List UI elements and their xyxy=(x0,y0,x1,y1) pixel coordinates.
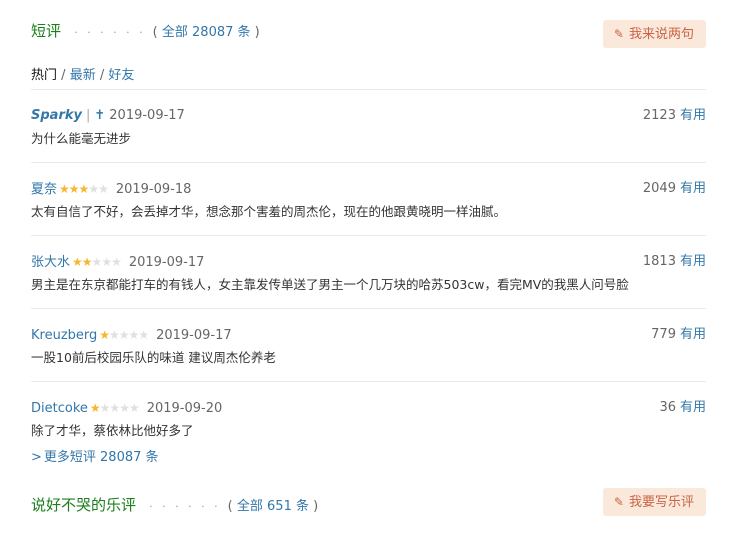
tab-separator: / xyxy=(99,68,105,83)
star-filled-icon: ★ xyxy=(99,328,110,342)
title-dots: · · · · · · xyxy=(149,500,221,513)
comment-item: Kreuzberg ★★★★★ 2019-09-17 779 有用 一股10前后校园乐… xyxy=(31,309,706,382)
comment-date: 2019-09-17 xyxy=(156,328,232,343)
star-empty-icon: ★ xyxy=(128,328,140,342)
cross-badge-icon: ✝ xyxy=(94,108,106,123)
useful-button[interactable]: 有用 xyxy=(680,400,706,415)
comment-meta: 张大水 ★★★★★ 2019-09-17 xyxy=(31,253,204,272)
paren-close: ) xyxy=(254,25,260,40)
comment-date: 2019-09-20 xyxy=(146,401,223,416)
tab-hot[interactable]: 热门 xyxy=(31,68,57,83)
music-reviews-total-label: 全部 651 条 xyxy=(236,499,309,514)
star-filled-icon: ★ xyxy=(81,255,93,269)
comment-text: 男主是在东京都能打车的有钱人，女主靠发传单送了男主一个几万块的哈苏503cw，看… xyxy=(31,277,629,292)
comment-votes: 2123 有用 xyxy=(643,107,706,125)
comment-user-link[interactable]: Kreuzberg xyxy=(31,328,97,343)
short-reviews-total-label: 全部 28087 条 xyxy=(161,25,251,40)
paren-open: ( xyxy=(152,25,158,40)
useful-button[interactable]: 有用 xyxy=(680,254,706,269)
star-empty-icon: ★ xyxy=(101,255,112,269)
comment-item: Dietcoke ★★★★★ 2019-09-20 36 有用 除了才华，蔡依林比他好… xyxy=(31,382,706,454)
comment-votes: 36 有用 xyxy=(659,399,706,417)
star-empty-icon: ★ xyxy=(119,401,130,415)
paren-open: ( xyxy=(227,499,233,514)
vote-count: 36 xyxy=(659,400,676,415)
comment-meta: 夏奈 ★★★★★ 2019-09-18 xyxy=(31,180,191,199)
comment-text: 一股10前后校园乐队的味道 建议周杰伦养老 xyxy=(31,350,276,365)
comment-votes: 779 有用 xyxy=(651,326,706,344)
star-filled-icon: ★ xyxy=(78,182,90,196)
short-reviews-title: 短评 xyxy=(31,22,62,40)
comment-item: 张大水 ★★★★★ 2019-09-17 1813 有用 男主是在东京都能打车的有钱人… xyxy=(31,236,706,309)
star-empty-icon: ★ xyxy=(109,401,120,415)
comment-user-link[interactable]: Dietcoke xyxy=(31,401,88,416)
star-filled-icon: ★ xyxy=(89,401,101,415)
pencil-icon: ✎ xyxy=(613,495,624,509)
write-short-review-button[interactable]: ✎ 我来说两句 xyxy=(602,20,706,48)
useful-button[interactable]: 有用 xyxy=(680,327,706,342)
paren-close: ) xyxy=(313,499,319,514)
tab-separator: / xyxy=(61,68,66,83)
vote-count: 1813 xyxy=(642,254,676,269)
comment-meta: Sparky | ✝ 2019-09-17 xyxy=(31,107,185,125)
vote-count: 2049 xyxy=(642,181,676,196)
rating-stars: ★★★★★ xyxy=(59,182,109,196)
comment-date: 2019-09-17 xyxy=(109,108,185,123)
tab-latest[interactable]: 最新 xyxy=(70,68,96,83)
rating-stars: ★★★★★ xyxy=(72,255,122,269)
star-empty-icon: ★ xyxy=(88,182,99,196)
tab-friends[interactable]: 好友 xyxy=(108,68,134,83)
write-music-review-label: 我要写乐评 xyxy=(628,495,694,510)
pencil-icon: ✎ xyxy=(613,27,624,41)
star-empty-icon: ★ xyxy=(128,401,140,415)
comment-date: 2019-09-17 xyxy=(128,255,205,270)
rating-stars: ★★★★★ xyxy=(89,401,140,415)
vote-count: 779 xyxy=(651,327,676,342)
music-reviews-title: 说好不哭的乐评 xyxy=(31,496,137,514)
comment-date: 2019-09-18 xyxy=(115,182,192,197)
music-reviews-header: 说好不哭的乐评 · · · · · · ( 全部 651 条 ) ✎ 我要写乐评 xyxy=(31,488,706,524)
sort-tabs: 热门 / 最新 / 好友 xyxy=(31,64,706,86)
meta-separator: | xyxy=(85,108,91,123)
comment-text: 除了才华，蔡依林比他好多了 xyxy=(31,423,194,438)
star-empty-icon: ★ xyxy=(109,328,120,342)
useful-button[interactable]: 有用 xyxy=(680,181,706,196)
rating-stars: ★★★★★ xyxy=(99,328,149,342)
short-reviews-header: 短评 · · · · · · ( 全部 28087 条 ) ✎ 我来说两句 xyxy=(31,20,706,50)
star-filled-icon: ★ xyxy=(59,182,70,196)
useful-button[interactable]: 有用 xyxy=(680,108,706,123)
star-empty-icon: ★ xyxy=(98,182,109,196)
star-empty-icon: ★ xyxy=(138,328,149,342)
star-filled-icon: ★ xyxy=(72,255,83,269)
comment-text: 为什么能毫无进步 xyxy=(31,131,132,146)
comment-user-link[interactable]: 夏奈 xyxy=(31,182,57,197)
comment-votes: 1813 有用 xyxy=(643,253,706,271)
write-short-review-label: 我来说两句 xyxy=(628,27,694,42)
write-music-review-button[interactable]: ✎ 我要写乐评 xyxy=(602,488,706,516)
star-empty-icon: ★ xyxy=(91,255,103,269)
comment-user-link[interactable]: Sparky xyxy=(31,108,82,123)
title-dots: · · · · · · xyxy=(74,26,146,39)
star-empty-icon: ★ xyxy=(111,255,122,269)
comment-user-link[interactable]: 张大水 xyxy=(31,255,70,270)
comment-item: 夏奈 ★★★★★ 2019-09-18 2049 有用 太有自信了不好，会丢掉才华，想… xyxy=(31,163,706,236)
vote-count: 2123 xyxy=(642,108,676,123)
comment-item: Sparky | ✝ 2019-09-17 2123 有用 为什么能毫无进步 xyxy=(31,90,706,163)
comment-text: 太有自信了不好，会丢掉才华，想念那个害羞的周杰伦，现在的他跟黄晓明一样油腻。 xyxy=(31,204,507,219)
comment-meta: Dietcoke ★★★★★ 2019-09-20 xyxy=(31,399,222,418)
comment-votes: 2049 有用 xyxy=(643,180,706,198)
star-filled-icon: ★ xyxy=(68,182,80,196)
short-reviews-total-link[interactable]: ( 全部 28087 条 ) xyxy=(153,25,260,40)
star-empty-icon: ★ xyxy=(118,328,130,342)
reviews-panel: 短评 · · · · · · ( 全部 28087 条 ) ✎ 我来说两句 热门 … xyxy=(31,0,706,524)
star-empty-icon: ★ xyxy=(99,401,111,415)
comment-meta: Kreuzberg ★★★★★ 2019-09-17 xyxy=(31,326,232,345)
music-reviews-total-link[interactable]: ( 全部 651 条 ) xyxy=(228,499,319,514)
